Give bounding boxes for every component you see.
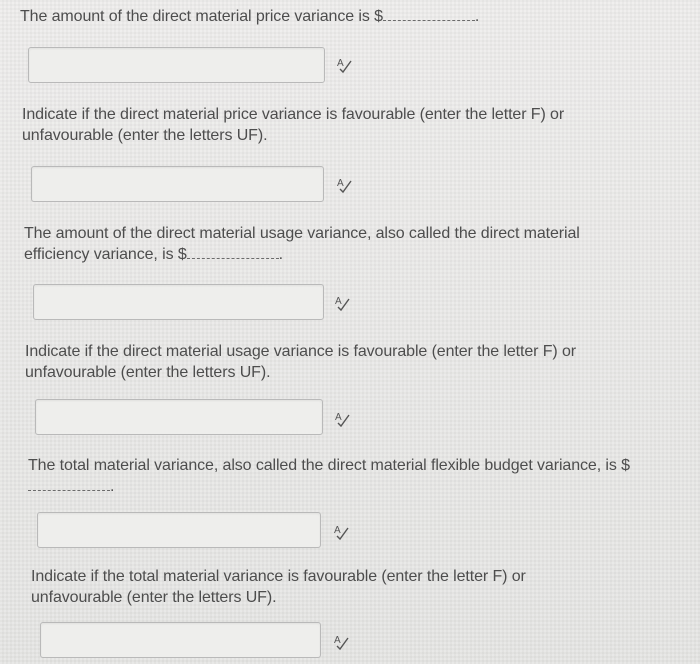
svg-text:A: A: [337, 58, 344, 69]
answer-field-3[interactable]: [33, 284, 324, 320]
question-5-text: The total material variance, also called…: [28, 455, 668, 497]
spell-check-icon[interactable]: A: [334, 410, 352, 428]
question-2-label: Indicate if the direct material price va…: [22, 106, 565, 144]
answer-field-5[interactable]: [37, 512, 321, 548]
question-1-label: The amount of the direct material price …: [20, 8, 383, 25]
question-6-label: Indicate if the total material variance …: [31, 568, 526, 606]
spell-check-icon[interactable]: A: [334, 294, 352, 312]
answer-field-4[interactable]: [35, 399, 323, 435]
svg-text:A: A: [334, 525, 341, 536]
question-3-text: The amount of the direct material usage …: [24, 223, 639, 265]
answer-blank: [186, 244, 279, 259]
page: The amount of the direct material price …: [0, 0, 700, 664]
question-3-label: The amount of the direct material usage …: [24, 225, 580, 263]
spell-check-icon[interactable]: A: [333, 523, 351, 541]
svg-text:A: A: [334, 635, 341, 646]
question-1-text: The amount of the direct material price …: [20, 6, 620, 27]
question-4-text: Indicate if the direct material usage va…: [25, 341, 630, 383]
spell-check-icon[interactable]: A: [336, 176, 354, 194]
question-4-label: Indicate if the direct material usage va…: [25, 343, 576, 381]
question-5-label: The total material variance, also called…: [28, 457, 630, 474]
question-1-suffix: .: [474, 8, 480, 25]
answer-blank: [382, 6, 475, 21]
svg-text:A: A: [337, 178, 344, 189]
svg-text:A: A: [335, 412, 342, 423]
answer-blank: [28, 476, 110, 491]
svg-text:A: A: [335, 296, 342, 307]
answer-field-1[interactable]: [28, 47, 325, 83]
question-6-text: Indicate if the total material variance …: [31, 566, 591, 608]
spell-check-icon[interactable]: A: [333, 633, 351, 651]
answer-field-6[interactable]: [40, 622, 321, 658]
question-3-suffix: .: [278, 246, 283, 263]
question-5-suffix: .: [110, 478, 115, 495]
question-2-text: Indicate if the direct material price va…: [22, 104, 632, 146]
spell-check-icon[interactable]: A: [336, 56, 354, 74]
answer-field-2[interactable]: [31, 166, 324, 202]
